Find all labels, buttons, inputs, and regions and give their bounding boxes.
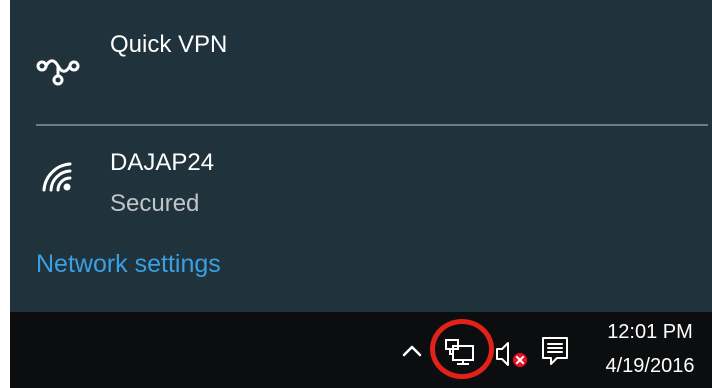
wifi-icon (42, 162, 72, 192)
network-settings-link[interactable]: Network settings (36, 248, 221, 280)
highlight-circle (430, 319, 494, 379)
vpn-icon (36, 59, 80, 86)
action-center-icon[interactable] (541, 336, 569, 366)
wifi-network-item[interactable]: DAJAP24 Secured (10, 130, 712, 230)
vpn-connection-item[interactable]: Quick VPN (10, 0, 712, 110)
wifi-network-status: Secured (110, 190, 200, 217)
clock-date: 4/19/2016 (605, 355, 695, 377)
volume-muted-icon[interactable] (494, 339, 530, 369)
chevron-up-icon[interactable] (401, 340, 423, 362)
divider (36, 124, 708, 126)
clock-time: 12:01 PM (607, 321, 693, 343)
network-flyout: Quick VPN DAJAP24 Secured Network settin… (10, 0, 712, 312)
wifi-network-name: DAJAP24 (110, 149, 215, 176)
taskbar-clock[interactable]: 12:01 PM 4/19/2016 (590, 318, 710, 380)
taskbar: 12:01 PM 4/19/2016 (10, 312, 712, 388)
vpn-name: Quick VPN (110, 31, 228, 58)
